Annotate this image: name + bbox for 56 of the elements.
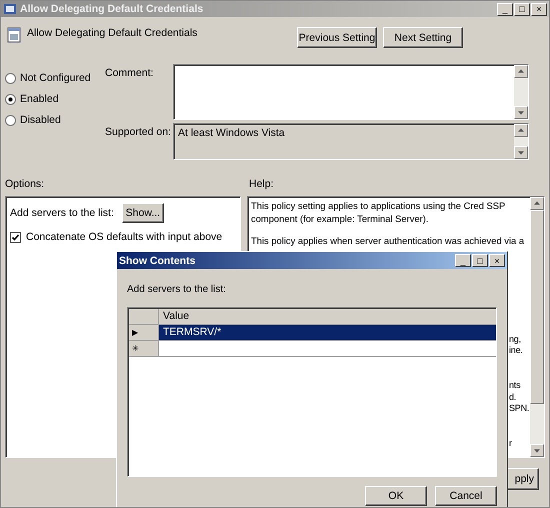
help-text-fragment: d. (509, 392, 516, 402)
dialog-button[interactable]: Cancel (435, 486, 497, 506)
list-label: Add servers to the list: (10, 207, 114, 219)
scroll-down-icon[interactable] (530, 444, 544, 457)
window-icon (3, 3, 17, 15)
window-control-button[interactable]: × (531, 2, 547, 16)
scrollbar[interactable] (514, 124, 528, 159)
dialog-control-button[interactable]: _ (455, 254, 471, 267)
comment-label: Comment: (105, 66, 154, 81)
help-label: Help: (249, 178, 274, 190)
dialog-label: Add servers to the list: (127, 284, 227, 295)
help-text-fragment: ine. (509, 345, 523, 356)
dialog-title: Show Contents (119, 254, 196, 266)
policy-icon (7, 27, 21, 43)
scroll-up-icon[interactable] (514, 65, 528, 78)
supported-on-value: At least Windows Vista (177, 126, 286, 141)
help-text-fragment: r (509, 438, 512, 448)
scroll-down-icon[interactable] (514, 106, 528, 119)
dialog-control-button[interactable]: □ (472, 254, 488, 267)
help-text-fragment: SPN. (509, 403, 530, 414)
scrollbar-thumb[interactable] (530, 210, 544, 404)
radio-button[interactable] (5, 94, 16, 104)
row-header[interactable]: ▶ (129, 325, 159, 340)
grid-row[interactable]: ✳ (129, 341, 496, 357)
window-title: Allow Delegating Default Credentials (20, 3, 204, 15)
radio-label: Disabled (20, 114, 61, 126)
help-text-line: This policy applies when server authentication was achieved via a (251, 235, 524, 246)
radio-button[interactable] (5, 72, 16, 84)
options-label: Options: (5, 178, 46, 190)
scrollbar[interactable] (530, 197, 544, 457)
window-control-button[interactable]: _ (497, 2, 513, 16)
scrollbar[interactable] (514, 65, 528, 119)
nav-button[interactable]: Previous Setting (297, 27, 377, 48)
help-text-line: component (for example: Terminal Server). (251, 212, 429, 224)
dialog-control-button[interactable]: × (489, 254, 505, 267)
nav-button[interactable]: Next Setting (383, 27, 463, 48)
help-text-fragment: nts (509, 380, 520, 390)
show-button[interactable]: Show... (122, 203, 164, 223)
window-control-button[interactable]: □ (514, 2, 530, 16)
radio-label: Enabled (20, 93, 59, 105)
row-header[interactable]: ✳ (129, 341, 159, 356)
scroll-up-icon[interactable] (530, 197, 544, 210)
help-text-line: This policy setting applies to applications using the Cred SSP (251, 200, 506, 211)
cell-value: TERMSRV/* (163, 326, 222, 338)
dialog-button[interactable]: OK (365, 486, 427, 506)
scroll-down-icon[interactable] (514, 146, 528, 159)
concatenate-checkbox[interactable] (10, 232, 21, 242)
concatenate-label: Concatenate OS defaults with input above (26, 231, 222, 243)
column-header: Value (159, 309, 496, 324)
supported-on-label: Supported on: (105, 125, 172, 140)
scroll-up-icon[interactable] (514, 124, 528, 137)
radio-button[interactable] (5, 114, 16, 126)
comment-field[interactable] (173, 64, 529, 120)
help-text-fragment: ng, (509, 334, 521, 344)
setting-title: Allow Delegating Default Credentials (27, 26, 198, 39)
radio-label: Not Configured (20, 72, 91, 84)
